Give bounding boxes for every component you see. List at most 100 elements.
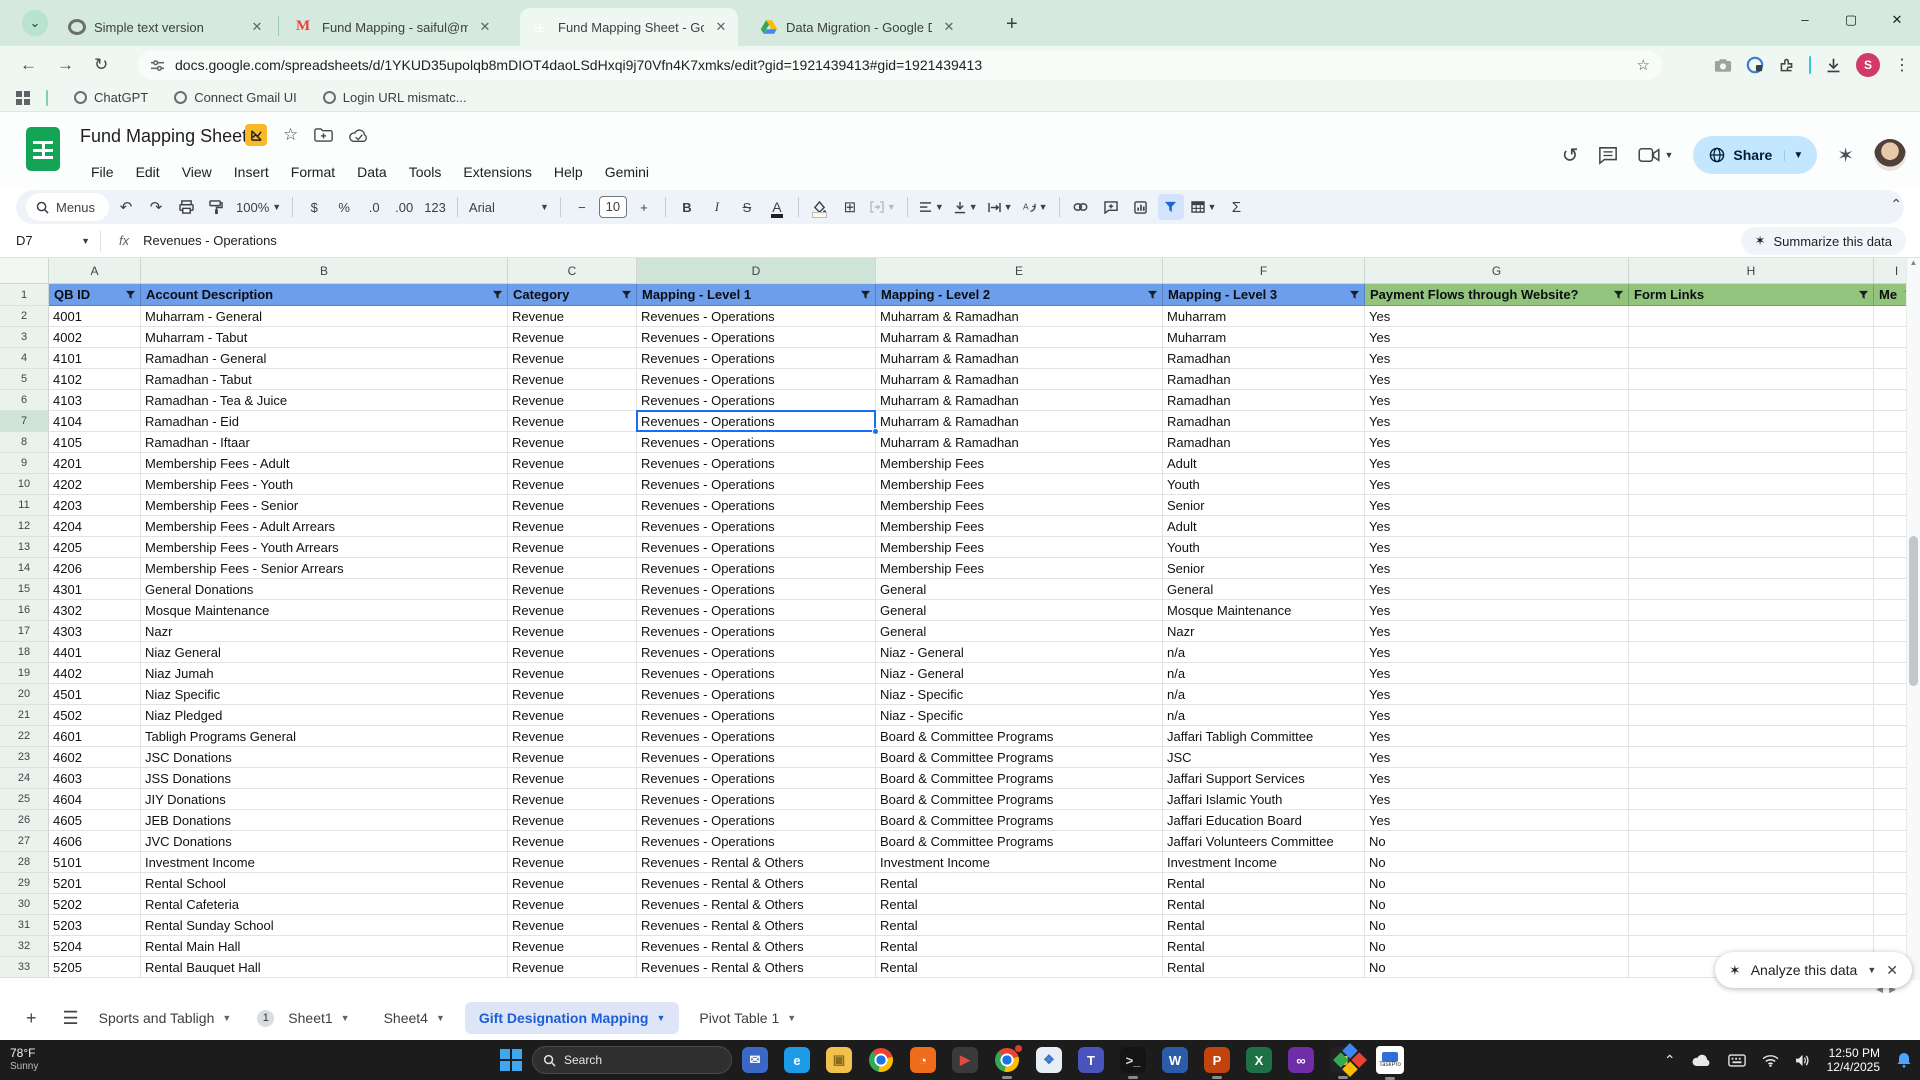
cell-G30[interactable]: No <box>1365 894 1629 915</box>
horizontal-scrollbar[interactable] <box>0 980 1920 996</box>
apps-grid-icon[interactable] <box>16 90 30 105</box>
cell-F26[interactable]: Jaffari Education Board <box>1163 810 1365 831</box>
filter-icon[interactable] <box>1858 289 1869 300</box>
cell-A20[interactable]: 4501 <box>49 684 141 705</box>
increase-decimal-icon[interactable]: .00 <box>391 194 417 220</box>
notification-bell-icon[interactable] <box>1896 1052 1912 1068</box>
cell-F7[interactable]: Ramadhan <box>1163 411 1365 432</box>
sheet-tab-sports-and-tabligh[interactable]: Sports and Tabligh ▼ <box>85 1002 246 1034</box>
functions-sigma-icon[interactable]: Σ <box>1223 194 1249 220</box>
filter-icon[interactable] <box>860 289 871 300</box>
cell-E20[interactable]: Niaz - Specific <box>876 684 1163 705</box>
cell-A12[interactable]: 4204 <box>49 516 141 537</box>
row-number-31[interactable]: 31 <box>0 915 49 936</box>
screenshot-camera-icon[interactable] <box>1714 58 1732 73</box>
row-number-24[interactable]: 24 <box>0 768 49 789</box>
cell-H8[interactable] <box>1629 432 1874 453</box>
cell-E7[interactable]: Muharram & Ramadhan <box>876 411 1163 432</box>
format-currency-icon[interactable]: $ <box>301 194 327 220</box>
name-box[interactable]: D7 ▼ <box>0 233 100 248</box>
cell-D25[interactable]: Revenues - Operations <box>637 789 876 810</box>
teams-app-icon[interactable]: T <box>1078 1047 1104 1073</box>
cell-F12[interactable]: Adult <box>1163 516 1365 537</box>
cell-E11[interactable]: Membership Fees <box>876 495 1163 516</box>
cell-H13[interactable] <box>1629 537 1874 558</box>
cell-F27[interactable]: Jaffari Volunteers Committee <box>1163 831 1365 852</box>
cell-D3[interactable]: Revenues - Operations <box>637 327 876 348</box>
cell-C24[interactable]: Revenue <box>508 768 637 789</box>
cell-G20[interactable]: Yes <box>1365 684 1629 705</box>
cell-E25[interactable]: Board & Committee Programs <box>876 789 1163 810</box>
cell-B16[interactable]: Mosque Maintenance <box>141 600 508 621</box>
cell-A6[interactable]: 4103 <box>49 390 141 411</box>
visual-studio-app-icon[interactable]: ∞ <box>1288 1047 1314 1073</box>
cell-H25[interactable] <box>1629 789 1874 810</box>
chevron-down-icon[interactable]: ▼ <box>787 1013 796 1023</box>
cell-B14[interactable]: Membership Fees - Senior Arrears <box>141 558 508 579</box>
cell-F33[interactable]: Rental <box>1163 957 1365 978</box>
sheet-tab-sheet4[interactable]: Sheet4 ▼ <box>370 1002 459 1034</box>
cell-F29[interactable]: Rental <box>1163 873 1365 894</box>
cell-D12[interactable]: Revenues - Operations <box>637 516 876 537</box>
vertical-scroll-thumb[interactable] <box>1909 536 1918 686</box>
cell-H6[interactable] <box>1629 390 1874 411</box>
cell-E18[interactable]: Niaz - General <box>876 642 1163 663</box>
cell-C20[interactable]: Revenue <box>508 684 637 705</box>
cell-B17[interactable]: Nazr <box>141 621 508 642</box>
cell-E23[interactable]: Board & Committee Programs <box>876 747 1163 768</box>
undo-icon[interactable]: ↶ <box>113 194 139 220</box>
cell-B18[interactable]: Niaz General <box>141 642 508 663</box>
cell-D31[interactable]: Revenues - Rental & Others <box>637 915 876 936</box>
cell-B24[interactable]: JSS Donations <box>141 768 508 789</box>
onedrive-cloud-icon[interactable] <box>1692 1054 1712 1067</box>
cell-F19[interactable]: n/a <box>1163 663 1365 684</box>
row-number-17[interactable]: 17 <box>0 621 49 642</box>
menu-gemini[interactable]: Gemini <box>596 160 658 184</box>
cell-F30[interactable]: Rental <box>1163 894 1365 915</box>
firefox-app-icon[interactable]: ◔ <box>910 1047 936 1073</box>
password-manager-icon[interactable] <box>1746 56 1764 74</box>
edge-app-icon[interactable]: e <box>784 1047 810 1073</box>
cell-G21[interactable]: Yes <box>1365 705 1629 726</box>
cell-D29[interactable]: Revenues - Rental & Others <box>637 873 876 894</box>
cell-F9[interactable]: Adult <box>1163 453 1365 474</box>
font-size-input[interactable]: 10 <box>598 196 627 218</box>
cell-F16[interactable]: Mosque Maintenance <box>1163 600 1365 621</box>
cell-A8[interactable]: 4105 <box>49 432 141 453</box>
chrome-active-app-icon[interactable] <box>994 1044 1023 1079</box>
cell-A32[interactable]: 5204 <box>49 936 141 957</box>
row-number-19[interactable]: 19 <box>0 663 49 684</box>
cell-G16[interactable]: Yes <box>1365 600 1629 621</box>
toolbar-search-menus[interactable]: Menus <box>26 193 110 221</box>
cell-E33[interactable]: Rental <box>876 957 1163 978</box>
cell-A7[interactable]: 4104 <box>49 411 141 432</box>
taskbar-clock[interactable]: 12:50 PM 12/4/2025 <box>1827 1046 1880 1075</box>
cell-C25[interactable]: Revenue <box>508 789 637 810</box>
cell-A27[interactable]: 4606 <box>49 831 141 852</box>
menu-tools[interactable]: Tools <box>400 160 451 184</box>
cell-G5[interactable]: Yes <box>1365 369 1629 390</box>
column-header-B[interactable]: B <box>141 258 508 284</box>
toolbar-collapse-icon[interactable]: ⌃ <box>1890 196 1902 213</box>
cell-D7[interactable]: Revenues - Operations <box>637 411 876 432</box>
cell-H9[interactable] <box>1629 453 1874 474</box>
site-info-icon[interactable] <box>150 58 165 73</box>
cell-B19[interactable]: Niaz Jumah <box>141 663 508 684</box>
touch-keyboard-icon[interactable] <box>1727 1053 1746 1067</box>
cell-D4[interactable]: Revenues - Operations <box>637 348 876 369</box>
strikethrough-icon[interactable]: S <box>734 194 760 220</box>
cell-H11[interactable] <box>1629 495 1874 516</box>
cell-B5[interactable]: Ramadhan - Tabut <box>141 369 508 390</box>
excel-app-icon[interactable]: X <box>1246 1047 1272 1073</box>
cell-D16[interactable]: Revenues - Operations <box>637 600 876 621</box>
cell-E27[interactable]: Board & Committee Programs <box>876 831 1163 852</box>
chevron-down-icon[interactable]: ▼ <box>436 1013 445 1023</box>
bookmark-login-url[interactable]: Login URL mismatc... <box>322 90 467 105</box>
row-number-2[interactable]: 2 <box>0 306 49 327</box>
cell-A28[interactable]: 5101 <box>49 852 141 873</box>
cell-A3[interactable]: 4002 <box>49 327 141 348</box>
row-number-16[interactable]: 16 <box>0 600 49 621</box>
row-number-11[interactable]: 11 <box>0 495 49 516</box>
cell-A14[interactable]: 4206 <box>49 558 141 579</box>
row-number-28[interactable]: 28 <box>0 852 49 873</box>
